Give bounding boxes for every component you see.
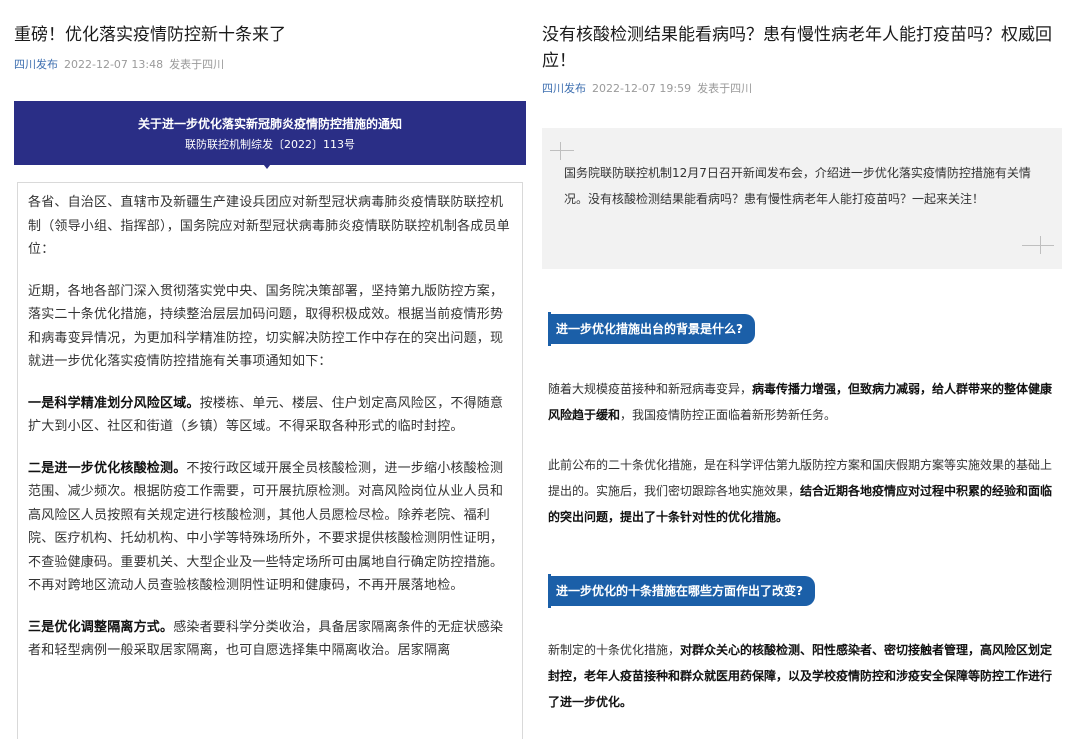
article-title[interactable]: 重磅！优化落实疫情防控新十条来了 — [14, 22, 524, 48]
notice-title: 关于进一步优化落实新冠肺炎疫情防控措施的通知 — [137, 117, 402, 131]
summary-quote-box: 国务院联防联控机制12月7日召开新闻发布会，介绍进一步优化落实疫情防控措施有关情… — [542, 128, 1062, 269]
author-link[interactable]: 四川发布 — [542, 82, 586, 95]
quote-corner-mark — [1022, 245, 1054, 246]
notice-paragraph: 各省、自治区、直辖市及新疆生产建设兵团应对新型冠状病毒肺炎疫情联防联控机制（领导… — [28, 195, 510, 257]
article-paragraph: 此前公布的二十条优化措施，是在科学评估第九版防控方案和国庆假期方案等实施效果的基… — [548, 458, 1053, 524]
quote-corner-mark — [1040, 236, 1041, 254]
notice-banner: 关于进一步优化落实新冠肺炎疫情防控措施的通知 联防联控机制综发〔2022〕113… — [14, 101, 526, 165]
notice-doc-number: 联防联控机制综发〔2022〕113号 — [185, 138, 355, 151]
section-heading-label: 进一步优化措施出台的背景是什么? — [551, 314, 755, 344]
quote-corner-mark — [560, 142, 561, 160]
quote-corner-mark — [550, 150, 574, 151]
publish-time: 2022-12-07 19:59 — [592, 82, 692, 95]
article-meta: 四川发布 2022-12-07 13:48 发表于四川 — [14, 56, 224, 72]
notice-paragraph: 近期，各地各部门深入贯彻落实党中央、国务院决策部署，坚持第九版防控方案，落实二十… — [28, 283, 504, 370]
section-heading-label: 进一步优化的十条措施在哪些方面作出了改变? — [551, 576, 815, 606]
banner-notch-decoration — [260, 160, 274, 169]
author-link[interactable]: 四川发布 — [14, 58, 58, 71]
notice-paragraph: 二是进一步优化核酸检测。不按行政区域开展全员核酸检测，进一步缩小核酸检测范围、减… — [28, 460, 504, 594]
article-title[interactable]: 没有核酸检测结果能看病吗？患有慢性病老年人能打疫苗吗？权威回应！ — [542, 22, 1067, 74]
article-meta: 四川发布 2022-12-07 19:59 发表于四川 — [542, 80, 752, 96]
article-paragraph: 新制定的十条优化措施，对群众关心的核酸检测、阳性感染者、密切接触者管理，高风险区… — [548, 643, 1053, 709]
publish-location: 发表于四川 — [169, 58, 225, 71]
summary-text: 国务院联防联控机制12月7日召开新闻发布会，介绍进一步优化落实疫情防控措施有关情… — [564, 166, 1031, 206]
notice-body: 各省、自治区、直辖市及新疆生产建设兵团应对新型冠状病毒肺炎疫情联防联控机制（领导… — [17, 182, 523, 739]
notice-paragraph: 三是优化调整隔离方式。感染者要科学分类收治，具备居家隔离条件的无症状感染者和轻型… — [28, 619, 504, 659]
publish-time: 2022-12-07 13:48 — [64, 58, 164, 71]
publish-location: 发表于四川 — [697, 82, 753, 95]
article-paragraph: 随着大规模疫苗接种和新冠病毒变异，病毒传播力增强，但致病力减弱，给人群带来的整体… — [548, 382, 1053, 422]
notice-paragraph: 一是科学精准划分风险区域。按楼栋、单元、楼层、住户划定高风险区，不得随意扩大到小… — [28, 395, 504, 435]
